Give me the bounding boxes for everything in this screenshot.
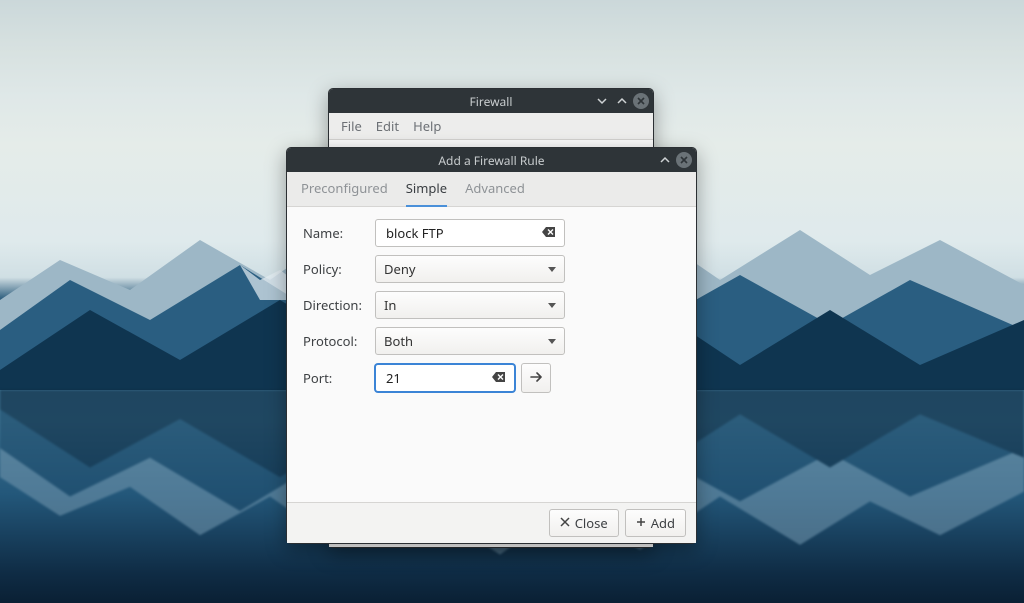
label-policy: Policy: (303, 260, 375, 278)
close-icon (560, 517, 570, 529)
chevron-down-icon (548, 267, 556, 272)
add-button[interactable]: Add (625, 509, 686, 537)
close-button-label: Close (575, 514, 608, 532)
plus-icon (636, 517, 646, 529)
protocol-value: Both (384, 332, 413, 350)
close-button[interactable]: Close (549, 509, 619, 537)
protocol-select[interactable]: Both (375, 327, 565, 355)
chevron-down-icon (548, 339, 556, 344)
firewall-menubar: File Edit Help (329, 113, 653, 140)
add-button-label: Add (651, 514, 675, 532)
menu-help[interactable]: Help (407, 115, 447, 137)
add-firewall-rule-dialog: Add a Firewall Rule Preconfigured Simple… (286, 147, 697, 544)
dialog-titlebar[interactable]: Add a Firewall Rule (287, 148, 696, 172)
close-icon[interactable] (676, 152, 692, 168)
chevron-down-icon (548, 303, 556, 308)
tab-advanced[interactable]: Advanced (465, 171, 525, 207)
clear-icon[interactable] (488, 370, 506, 387)
port-lookup-button[interactable] (521, 363, 551, 393)
close-icon[interactable] (633, 93, 649, 109)
dialog-footer: Close Add (287, 502, 696, 543)
arrow-right-icon (529, 371, 543, 385)
policy-select[interactable]: Deny (375, 255, 565, 283)
label-name: Name: (303, 224, 375, 242)
menu-edit[interactable]: Edit (370, 115, 405, 137)
label-protocol: Protocol: (303, 332, 375, 350)
name-input[interactable] (384, 223, 538, 243)
maximize-icon[interactable] (656, 151, 674, 169)
direction-value: In (384, 296, 396, 314)
port-input[interactable] (384, 368, 488, 388)
label-direction: Direction: (303, 296, 375, 314)
tab-simple[interactable]: Simple (406, 171, 447, 207)
firewall-titlebar[interactable]: Firewall (329, 89, 653, 113)
tab-preconfigured[interactable]: Preconfigured (301, 171, 388, 207)
maximize-icon[interactable] (613, 92, 631, 110)
policy-value: Deny (384, 260, 416, 278)
rule-form: Name: Policy: Deny Directio (287, 207, 696, 502)
label-port: Port: (303, 369, 375, 387)
clear-icon[interactable] (538, 225, 556, 242)
minimize-icon[interactable] (593, 92, 611, 110)
menu-file[interactable]: File (335, 115, 368, 137)
direction-select[interactable]: In (375, 291, 565, 319)
port-input-wrap[interactable] (375, 364, 515, 392)
name-input-wrap[interactable] (375, 219, 565, 247)
dialog-tabs: Preconfigured Simple Advanced (287, 172, 696, 207)
dialog-title: Add a Firewall Rule (287, 152, 696, 169)
